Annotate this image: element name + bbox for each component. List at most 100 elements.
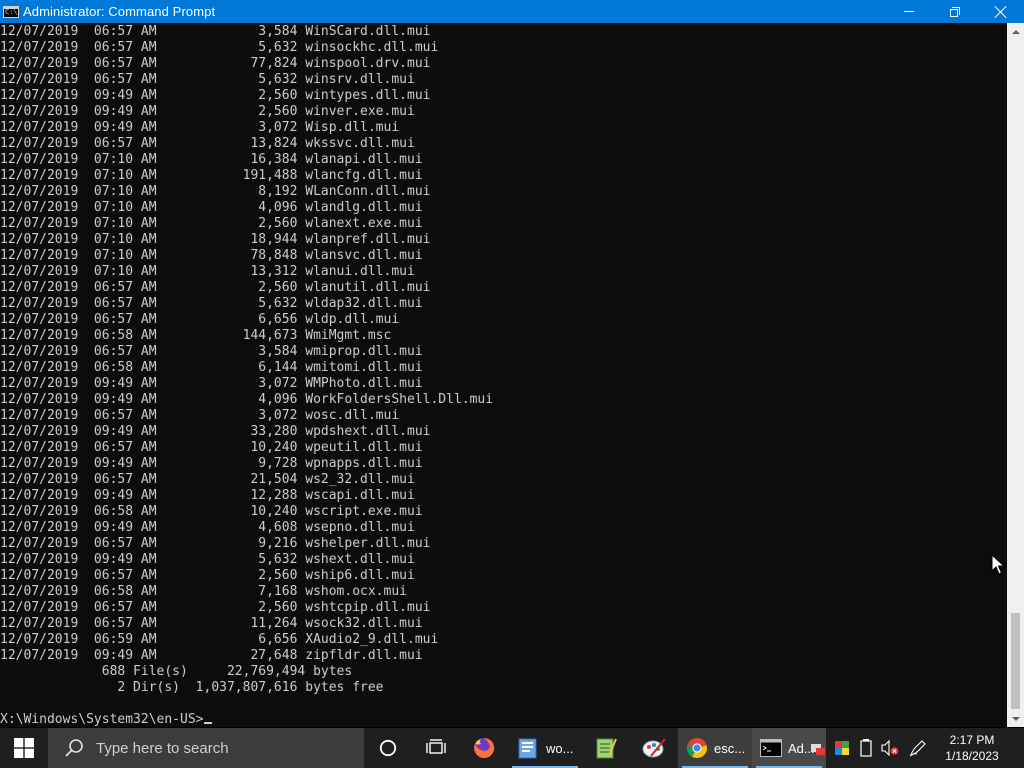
tray-app-icon-1[interactable] <box>806 728 830 768</box>
listing-line: 12/07/2019 09:49 AM 9,728 wpnapps.dll.mu… <box>0 456 423 471</box>
listing-line: 12/07/2019 09:49 AM 2,560 wintypes.dll.m… <box>0 88 431 103</box>
listing-line: 12/07/2019 07:10 AM 191,488 wlancfg.dll.… <box>0 168 423 183</box>
listing-line: 12/07/2019 06:57 AM 3,584 WinSCard.dll.m… <box>0 24 431 39</box>
window-titlebar[interactable]: C:\ Administrator: Command Prompt <box>0 0 1024 23</box>
scroll-up-button[interactable] <box>1007 23 1024 40</box>
paint-icon <box>642 738 666 758</box>
directory-listing: 12/07/2019 06:57 AM 3,584 WinSCard.dll.m… <box>0 24 493 664</box>
listing-line: 12/07/2019 07:10 AM 4,096 wlandlg.dll.mu… <box>0 200 423 215</box>
listing-line: 12/07/2019 06:58 AM 10,240 wscript.exe.m… <box>0 504 423 519</box>
listing-line: 12/07/2019 07:10 AM 2,560 wlanext.exe.mu… <box>0 216 423 231</box>
listing-line: 12/07/2019 06:57 AM 13,824 wkssvc.dll.mu… <box>0 136 415 151</box>
search-placeholder: Type here to search <box>96 739 229 757</box>
listing-line: 12/07/2019 06:58 AM 7,168 wshom.ocx.mui <box>0 584 407 599</box>
listing-line: 12/07/2019 06:57 AM 10,240 wpeutil.dll.m… <box>0 440 423 455</box>
file-count-summary: 688 File(s) 22,769,494 bytes <box>0 664 353 679</box>
minimize-button[interactable] <box>886 0 932 23</box>
pen-icon <box>909 740 926 757</box>
taskbar-search-box[interactable]: Type here to search <box>48 728 364 768</box>
taskbar: Type here to search wo... esc... Ad... 2… <box>0 728 1024 768</box>
notepad-taskbar-button[interactable] <box>582 728 630 768</box>
listing-line: 12/07/2019 06:57 AM 77,824 winspool.drv.… <box>0 56 431 71</box>
close-button[interactable] <box>978 0 1024 23</box>
listing-line: 12/07/2019 06:57 AM 2,560 wshtcpip.dll.m… <box>0 600 431 615</box>
console-output[interactable]: 12/07/2019 06:57 AM 3,584 WinSCard.dll.m… <box>0 23 1007 727</box>
task-view-icon <box>426 739 446 754</box>
chrome-taskbar-button[interactable]: esc... <box>678 728 752 768</box>
dir-count-summary: 2 Dir(s) 1,037,807,616 bytes free <box>0 680 384 695</box>
listing-line: 12/07/2019 06:57 AM 9,216 wshelper.dll.m… <box>0 536 431 551</box>
chrome-icon <box>686 738 708 759</box>
system-tray: 2:17 PM 1/18/2023 <box>806 728 1024 768</box>
taskbar-clock[interactable]: 2:17 PM 1/18/2023 <box>934 728 1010 768</box>
listing-line: 12/07/2019 06:57 AM 2,560 wship6.dll.mui <box>0 568 415 583</box>
volume-muted-icon <box>881 740 899 756</box>
command-prompt-icon-text: C:\ <box>5 7 18 16</box>
listing-line: 12/07/2019 07:10 AM 18,944 wlanpref.dll.… <box>0 232 431 247</box>
tray-app-icon-2[interactable] <box>830 728 854 768</box>
text-cursor <box>203 722 212 724</box>
listing-summary: 688 File(s) 22,769,494 bytes 2 Dir(s) 1,… <box>0 664 384 696</box>
listing-line: 12/07/2019 09:49 AM 33,280 wpdshext.dll.… <box>0 424 431 439</box>
listing-line: 12/07/2019 07:10 AM 13,312 wlanui.dll.mu… <box>0 264 415 279</box>
listing-line: 12/07/2019 06:57 AM 11,264 wsock32.dll.m… <box>0 616 423 631</box>
cortana-icon <box>379 739 397 757</box>
listing-line: 12/07/2019 09:49 AM 3,072 Wisp.dll.mui <box>0 120 400 135</box>
scroll-up-icon <box>1011 29 1020 34</box>
taskbar-app-label: wo... <box>546 740 574 756</box>
wordpad-icon <box>518 738 537 759</box>
command-prompt-icon[interactable]: C:\ <box>3 5 19 18</box>
task-view-button[interactable] <box>412 728 460 768</box>
listing-line: 12/07/2019 06:57 AM 3,584 wmiprop.dll.mu… <box>0 344 423 359</box>
window-title: Administrator: Command Prompt <box>23 4 216 19</box>
restore-icon <box>950 6 960 17</box>
windows-logo-icon <box>14 738 34 758</box>
restore-button[interactable] <box>932 0 978 23</box>
window-controls <box>886 0 1024 23</box>
listing-line: 12/07/2019 09:49 AM 5,632 wshext.dll.mui <box>0 552 415 567</box>
scroll-down-button[interactable] <box>1007 710 1024 727</box>
notepad-icon <box>596 738 617 759</box>
close-icon <box>995 6 1007 18</box>
scroll-down-icon <box>1011 716 1020 721</box>
start-button[interactable] <box>0 728 48 768</box>
command-prompt-line[interactable]: X:\Windows\System32\en-US> <box>0 712 212 727</box>
firefox-taskbar-button[interactable] <box>460 728 508 768</box>
clock-date: 1/18/2023 <box>945 749 999 763</box>
listing-line: 12/07/2019 06:57 AM 5,632 wldap32.dll.mu… <box>0 296 423 311</box>
vertical-scrollbar[interactable] <box>1007 23 1024 727</box>
listing-line: 12/07/2019 06:59 AM 6,656 XAudio2_9.dll.… <box>0 632 439 647</box>
battery-button[interactable] <box>854 728 878 768</box>
firefox-icon <box>474 737 495 758</box>
listing-line: 12/07/2019 09:49 AM 3,072 WMPhoto.dll.mu… <box>0 376 423 391</box>
listing-line: 12/07/2019 06:57 AM 5,632 winsockhc.dll.… <box>0 40 439 55</box>
listing-line: 12/07/2019 07:10 AM 78,848 wlansvc.dll.m… <box>0 248 423 263</box>
listing-line: 12/07/2019 09:49 AM 27,648 zipfldr.dll.m… <box>0 648 423 663</box>
listing-line: 12/07/2019 07:10 AM 8,192 WLanConn.dll.m… <box>0 184 431 199</box>
listing-line: 12/07/2019 09:49 AM 12,288 wscapi.dll.mu… <box>0 488 415 503</box>
wordpad-taskbar-button[interactable]: wo... <box>508 728 582 768</box>
pen-workspace-button[interactable] <box>902 728 934 768</box>
paint-taskbar-button[interactable] <box>630 728 678 768</box>
listing-line: 12/07/2019 06:57 AM 2,560 wlanutil.dll.m… <box>0 280 431 295</box>
color-picker-icon <box>835 741 849 755</box>
search-icon <box>65 739 83 757</box>
listing-line: 12/07/2019 06:57 AM 5,632 winsrv.dll.mui <box>0 72 415 87</box>
prompt-text: X:\Windows\System32\en-US> <box>0 712 204 727</box>
minimize-icon <box>904 11 914 12</box>
scrollbar-thumb[interactable] <box>1011 613 1020 709</box>
listing-line: 12/07/2019 06:57 AM 21,504 ws2_32.dll.mu… <box>0 472 415 487</box>
network-manager-icon <box>811 744 825 755</box>
listing-line: 12/07/2019 07:10 AM 16,384 wlanapi.dll.m… <box>0 152 423 167</box>
listing-line: 12/07/2019 09:49 AM 4,096 WorkFoldersShe… <box>0 392 494 407</box>
listing-line: 12/07/2019 06:58 AM 6,144 wmitomi.dll.mu… <box>0 360 423 375</box>
listing-line: 12/07/2019 09:49 AM 2,560 winver.exe.mui <box>0 104 415 119</box>
show-desktop-button[interactable] <box>1010 728 1024 768</box>
volume-button[interactable] <box>878 728 902 768</box>
battery-icon <box>860 739 872 757</box>
listing-line: 12/07/2019 09:49 AM 4,608 wsepno.dll.mui <box>0 520 415 535</box>
cortana-button[interactable] <box>364 728 412 768</box>
listing-line: 12/07/2019 06:58 AM 144,673 WmiMgmt.msc <box>0 328 392 343</box>
taskbar-app-label: esc... <box>714 740 746 756</box>
listing-line: 12/07/2019 06:57 AM 3,072 wosc.dll.mui <box>0 408 400 423</box>
